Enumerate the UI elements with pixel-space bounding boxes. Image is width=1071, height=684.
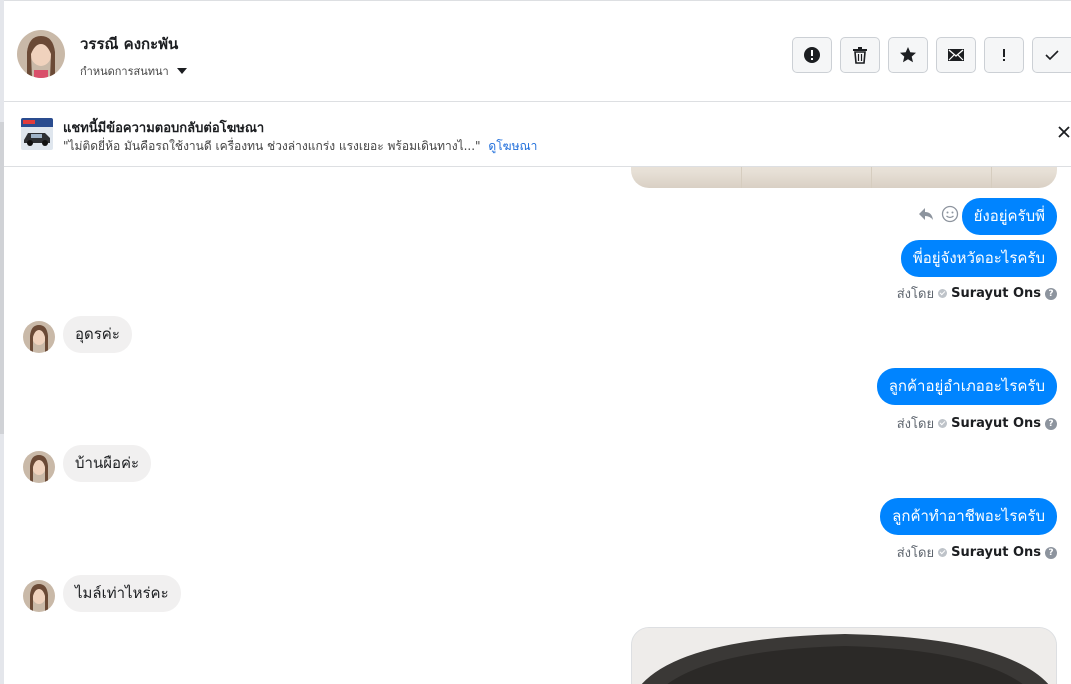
contact-avatar-small xyxy=(23,451,55,483)
mark-unread-button[interactable] xyxy=(936,37,976,73)
floor-tile-line xyxy=(871,167,872,188)
conversation-header: วรรณี คงกะพัน กำหนดการสนทนา xyxy=(4,0,1071,102)
message-thread[interactable]: ยังอยู่ครับพี่ พี่อยู่จังหวัดอะไรครับ ส่… xyxy=(4,167,1071,684)
contact-name[interactable]: วรรณี คงกะพัน xyxy=(80,32,178,56)
sender-name: Surayut Ons xyxy=(951,545,1041,560)
sender-name: Surayut Ons xyxy=(951,286,1041,301)
follow-up-button[interactable] xyxy=(984,37,1024,73)
floor-tile-line xyxy=(991,167,992,188)
conversation-settings-label: กำหนดการสนทนา xyxy=(80,65,169,78)
check-icon xyxy=(1045,50,1059,61)
delete-button[interactable] xyxy=(840,37,880,73)
ad-thumbnail[interactable] xyxy=(21,118,53,150)
verified-check-icon xyxy=(938,419,948,428)
help-icon[interactable]: ? xyxy=(1045,417,1057,430)
close-icon[interactable] xyxy=(1057,124,1071,140)
emoji-react-icon[interactable] xyxy=(941,205,959,223)
contact-avatar[interactable] xyxy=(17,30,65,78)
ad-banner-title: แชทนี้มีข้อความตอบกลับต่อโฆษณา xyxy=(63,121,265,136)
image-attachment-bottom[interactable] xyxy=(631,627,1057,684)
outgoing-message[interactable]: ลูกค้าทำอาชีพอะไรครับ xyxy=(880,498,1057,535)
conversation-settings-dropdown[interactable]: กำหนดการสนทนา xyxy=(80,62,187,80)
sent-by-info: ส่งโดย Surayut Ons ? xyxy=(897,413,1057,434)
reply-icon[interactable] xyxy=(917,205,935,223)
outgoing-message[interactable]: ลูกค้าอยู่อำเภออะไรครับ xyxy=(876,368,1057,405)
sent-by-info: ส่งโดย Surayut Ons ? xyxy=(897,542,1057,563)
help-icon[interactable]: ? xyxy=(1045,546,1057,559)
verified-check-icon xyxy=(938,548,948,557)
star-button[interactable] xyxy=(888,37,928,73)
contact-avatar-small xyxy=(23,321,55,353)
ad-reply-banner: แชทนี้มีข้อความตอบกลับต่อโฆษณา "ไม่ติดยี… xyxy=(4,102,1071,167)
sent-by-prefix: ส่งโดย xyxy=(896,417,935,432)
header-actions xyxy=(792,37,1071,73)
view-ad-link[interactable]: ดูโฆษณา xyxy=(488,139,537,153)
message-hover-tools xyxy=(917,205,959,223)
sent-by-info: ส่งโดย Surayut Ons ? xyxy=(897,283,1057,304)
outgoing-message[interactable]: ยังอยู่ครับพี่ xyxy=(961,198,1057,235)
sent-by-prefix: ส่งโดย xyxy=(896,287,935,302)
outgoing-message[interactable]: พี่อยู่จังหวัดอะไรครับ xyxy=(900,240,1057,277)
contact-avatar-small xyxy=(23,580,55,612)
ad-snippet-text: "ไม่ติดยี่ห้อ มันคือรถใช้งานดี เครื่องทน… xyxy=(63,139,481,153)
chevron-down-icon xyxy=(176,68,187,74)
envelope-icon xyxy=(948,49,964,61)
verified-check-icon xyxy=(938,289,948,298)
mark-done-button[interactable] xyxy=(1032,37,1071,73)
sender-name: Surayut Ons xyxy=(951,416,1041,431)
exclamation-circle-icon xyxy=(804,47,820,63)
exclamation-icon xyxy=(1003,49,1005,61)
help-icon[interactable]: ? xyxy=(1045,287,1057,300)
incoming-message[interactable]: บ้านผือค่ะ xyxy=(63,445,152,482)
floor-tile-line xyxy=(741,167,742,188)
incoming-message[interactable]: อุดรค่ะ xyxy=(63,316,132,353)
mark-spam-button[interactable] xyxy=(792,37,832,73)
image-attachment-top[interactable] xyxy=(631,167,1057,188)
sent-by-prefix: ส่งโดย xyxy=(896,546,935,561)
incoming-message[interactable]: ไมล์เท่าไหร่คะ xyxy=(63,575,181,612)
star-icon xyxy=(900,47,916,63)
ad-snippet: "ไม่ติดยี่ห้อ มันคือรถใช้งานดี เครื่องทน… xyxy=(63,137,537,156)
trash-icon xyxy=(853,47,867,64)
